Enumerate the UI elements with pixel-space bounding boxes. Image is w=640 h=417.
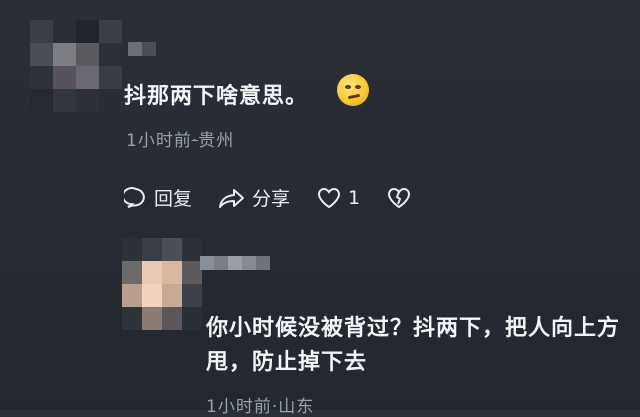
comment-meta: 1小时前·贵州: [126, 126, 234, 151]
avatar-replier[interactable]: [122, 238, 202, 330]
comment-time: 1小时前: [126, 131, 192, 151]
like-button[interactable]: 1: [316, 186, 360, 210]
share-label: 分享: [252, 188, 291, 210]
reply-meta: 1小时前·山东: [206, 392, 314, 417]
share-button[interactable]: 分享: [218, 184, 290, 211]
reply-label: 回复: [154, 188, 193, 210]
reply-button[interactable]: 回复: [124, 184, 192, 211]
username-blurred[interactable]: [128, 42, 156, 56]
speech-bubble-icon: [124, 186, 145, 208]
comment-actions: 回复 分享 1: [124, 184, 444, 211]
like-count: 1: [348, 186, 361, 209]
reply-text: 你小时候没被背过？抖两下，把人向上方甩，防止掉下去: [206, 316, 621, 375]
reply-location: 山东: [278, 397, 315, 417]
comment-location: 贵州: [198, 131, 235, 151]
dislike-button[interactable]: [386, 186, 418, 210]
username-blurred[interactable]: [200, 256, 270, 270]
reply-time: 1小时前: [206, 397, 272, 417]
avatar-commenter[interactable]: [30, 20, 122, 112]
comment-text: 抖那两下啥意思。: [124, 84, 309, 109]
broken-heart-icon: [388, 187, 411, 208]
share-arrow-icon: [219, 188, 245, 208]
smirk-face-emoji-icon: [337, 74, 369, 106]
heart-icon: [318, 187, 341, 208]
